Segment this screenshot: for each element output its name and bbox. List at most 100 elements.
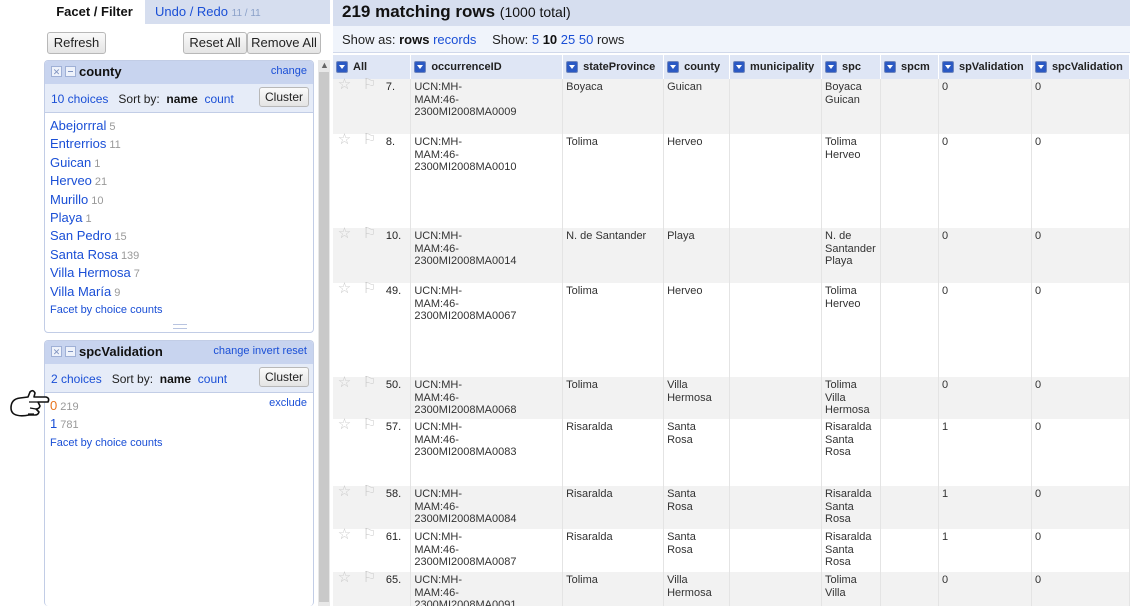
cell-county[interactable]: Playa: [663, 228, 731, 283]
table-row[interactable]: ☆ ⚐ 58. UCN:MH- MAM:46-2300MI2008MA0084 Risar…: [333, 484, 1130, 529]
choice-label[interactable]: San Pedro: [50, 228, 111, 243]
cell-spcm[interactable]: [880, 79, 939, 134]
cluster-button[interactable]: Cluster: [259, 367, 309, 387]
cell-spc[interactable]: N. de Santander Playa: [821, 228, 881, 283]
cell-county[interactable]: Santa Rosa: [663, 529, 731, 572]
facet-by-choice-counts-link[interactable]: Facet by choice counts: [50, 437, 313, 449]
facet-choice[interactable]: San Pedro 15: [50, 227, 313, 245]
dropdown-icon[interactable]: [336, 61, 348, 74]
column-header-spcm[interactable]: spcm: [880, 55, 939, 79]
star-icon[interactable]: ☆: [333, 226, 356, 283]
facet-choice[interactable]: Entrerrios 11: [50, 135, 313, 153]
cell-stateprovince[interactable]: Risaralda: [562, 529, 665, 572]
cell-spvalidation[interactable]: 1: [938, 529, 1032, 572]
cell-county[interactable]: Villa Hermosa: [663, 572, 731, 606]
facet-by-choice-counts-link[interactable]: Facet by choice counts: [50, 304, 313, 316]
cell-spvalidation[interactable]: 0: [938, 228, 1032, 283]
cell-occurrenceid[interactable]: UCN:MH- MAM:46-2300MI2008MA0084: [410, 486, 564, 529]
facet-choice[interactable]: Villa Hermosa 7: [50, 264, 313, 282]
cell-spcvalidation[interactable]: 0: [1031, 377, 1130, 419]
cell-spcm[interactable]: [880, 283, 939, 377]
cell-spcm[interactable]: [880, 419, 939, 486]
cell-municipality[interactable]: [729, 419, 823, 486]
cell-county[interactable]: Santa Rosa: [663, 486, 731, 529]
cell-spc[interactable]: Tolima Herveo: [821, 134, 881, 228]
column-header-spc[interactable]: spc: [821, 55, 881, 79]
dropdown-icon[interactable]: [667, 61, 680, 74]
cluster-button[interactable]: Cluster: [259, 87, 309, 107]
star-icon[interactable]: ☆: [333, 132, 356, 228]
tab-facet-filter[interactable]: Facet / Filter: [44, 0, 145, 24]
minimize-icon[interactable]: [65, 346, 76, 357]
cell-spvalidation[interactable]: 0: [938, 572, 1032, 606]
star-icon[interactable]: ☆: [333, 375, 356, 419]
cell-spcvalidation[interactable]: 0: [1031, 572, 1130, 606]
flag-icon[interactable]: ⚐: [355, 226, 383, 283]
cell-spcvalidation[interactable]: 0: [1031, 228, 1130, 283]
cell-stateprovince[interactable]: Boyaca: [562, 79, 665, 134]
cell-municipality[interactable]: [729, 228, 823, 283]
facet-choice[interactable]: Herveo 21: [50, 172, 313, 190]
cell-spc[interactable]: Risaralda Santa Rosa: [821, 419, 881, 486]
cell-occurrenceid[interactable]: UCN:MH- MAM:46-2300MI2008MA0083: [410, 419, 564, 486]
cell-stateprovince[interactable]: Tolima: [562, 377, 665, 419]
table-row[interactable]: ☆ ⚐ 61. UCN:MH- MAM:46-2300MI2008MA0087 Risar…: [333, 527, 1130, 572]
cell-municipality[interactable]: [729, 134, 823, 228]
choice-label[interactable]: Murillo: [50, 192, 88, 207]
cell-stateprovince[interactable]: Risaralda: [562, 486, 665, 529]
cell-county[interactable]: Herveo: [663, 134, 731, 228]
flag-icon[interactable]: ⚐: [355, 484, 383, 529]
cell-municipality[interactable]: [729, 79, 823, 134]
facet-choice[interactable]: Abejorrral 5: [50, 117, 313, 135]
cell-county[interactable]: Villa Hermosa: [663, 377, 731, 419]
facet-change-link[interactable]: change: [271, 65, 307, 77]
cell-occurrenceid[interactable]: UCN:MH- MAM:46-2300MI2008MA0067: [410, 283, 564, 377]
star-icon[interactable]: ☆: [333, 570, 356, 606]
close-icon[interactable]: ✕: [51, 346, 62, 357]
view-records-link[interactable]: records: [433, 32, 476, 47]
table-row[interactable]: ☆ ⚐ 50. UCN:MH- MAM:46-2300MI2008MA0068 Tolim…: [333, 375, 1130, 419]
choice-label[interactable]: Guican: [50, 155, 91, 170]
page-size-50[interactable]: 50: [579, 32, 593, 47]
cell-spvalidation[interactable]: 0: [938, 134, 1032, 228]
cell-occurrenceid[interactable]: UCN:MH- MAM:46-2300MI2008MA0087: [410, 529, 564, 572]
cell-stateprovince[interactable]: Tolima: [562, 283, 665, 377]
cell-stateprovince[interactable]: Risaralda: [562, 419, 665, 486]
column-header-spvalidation[interactable]: spValidation: [938, 55, 1032, 79]
page-size-25[interactable]: 25: [561, 32, 575, 47]
column-header-municipality[interactable]: municipality: [729, 55, 823, 79]
cell-spcm[interactable]: [880, 486, 939, 529]
star-icon[interactable]: ☆: [333, 527, 356, 572]
table-row[interactable]: ☆ ⚐ 49. UCN:MH- MAM:46-2300MI2008MA0067 Tolim…: [333, 281, 1130, 377]
star-icon[interactable]: ☆: [333, 484, 356, 529]
reset-all-button[interactable]: Reset All: [183, 32, 247, 54]
scrollbar-thumb[interactable]: [319, 72, 329, 602]
remove-all-button[interactable]: Remove All: [247, 32, 321, 54]
choices-count-link[interactable]: 2 choices: [51, 372, 102, 386]
flag-icon[interactable]: ⚐: [355, 281, 383, 377]
cell-spcm[interactable]: [880, 572, 939, 606]
cell-spc[interactable]: Risaralda Santa Rosa: [821, 529, 881, 572]
cell-spvalidation[interactable]: 0: [938, 377, 1032, 419]
cell-spvalidation[interactable]: 0: [938, 283, 1032, 377]
facet-choice[interactable]: Villa María 9: [50, 283, 313, 301]
choice-label[interactable]: Santa Rosa: [50, 247, 118, 262]
choice-label[interactable]: Villa Hermosa: [50, 265, 131, 280]
table-row[interactable]: ☆ ⚐ 7. UCN:MH- MAM:46-2300MI2008MA0009 Boyaca…: [333, 77, 1130, 134]
cell-occurrenceid[interactable]: UCN:MH- MAM:46-2300MI2008MA0091: [410, 572, 564, 606]
facet-change-link[interactable]: change: [213, 345, 249, 357]
flag-icon[interactable]: ⚐: [355, 77, 383, 134]
cell-county[interactable]: Herveo: [663, 283, 731, 377]
facet-choice[interactable]: Santa Rosa 139: [50, 246, 313, 264]
cell-spvalidation[interactable]: 0: [938, 79, 1032, 134]
table-row[interactable]: ☆ ⚐ 8. UCN:MH- MAM:46-2300MI2008MA0010 Tolima…: [333, 132, 1130, 228]
choice-label[interactable]: Abejorrral: [50, 118, 106, 133]
cell-municipality[interactable]: [729, 572, 823, 606]
dropdown-icon[interactable]: [566, 61, 579, 74]
tab-undo-redo[interactable]: Undo / Redo 11 / 11: [155, 0, 261, 24]
sort-by-count-link[interactable]: count: [204, 92, 233, 106]
refresh-button[interactable]: Refresh: [47, 32, 106, 54]
cell-occurrenceid[interactable]: UCN:MH- MAM:46-2300MI2008MA0009: [410, 79, 564, 134]
dropdown-icon[interactable]: [1034, 61, 1047, 74]
dropdown-icon[interactable]: [941, 61, 954, 74]
